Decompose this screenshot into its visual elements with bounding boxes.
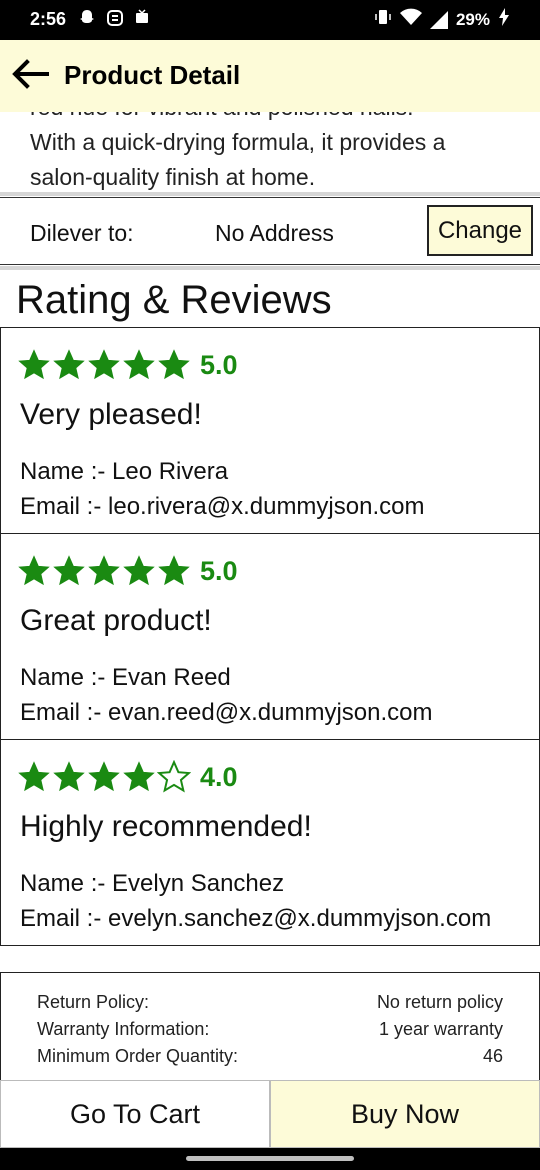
reviewer-name: Name :- Evan Reed [20, 664, 231, 691]
go-to-cart-button[interactable]: Go To Cart [0, 1080, 270, 1148]
status-bar: 2:56 29% [0, 0, 540, 40]
description-line: salon-quality finish at home. [30, 164, 316, 190]
star-filled-icon [18, 761, 50, 792]
review-comment: Very pleased! [20, 398, 202, 431]
min-order-row: Minimum Order Quantity: 46 [37, 1046, 503, 1067]
change-address-button[interactable]: Change [427, 205, 533, 256]
rating-value: 4.0 [200, 761, 238, 792]
star-filled-icon [18, 555, 50, 586]
divider [0, 266, 540, 270]
star-filled-icon [53, 349, 85, 380]
battery-text: 29% [455, 9, 490, 29]
photo-icon [134, 9, 150, 32]
buy-now-button[interactable]: Buy Now [270, 1080, 540, 1148]
review-comment: Highly recommended! [20, 810, 312, 843]
back-button[interactable] [8, 54, 52, 98]
review-card: 4.0 Highly recommended! Name :- Evelyn S… [0, 739, 540, 946]
status-left-icons [78, 9, 150, 32]
status-time: 2:56 [30, 9, 67, 29]
return-policy-value: No return policy [376, 992, 503, 1012]
delivery-address: No Address [215, 220, 334, 246]
review-card: 5.0 Great product! Name :- Evan Reed Ema… [0, 533, 540, 740]
divider [0, 192, 540, 196]
star-filled-icon [53, 761, 85, 792]
reviewer-name: Name :- Leo Rivera [20, 458, 229, 485]
arrow-left-icon [11, 58, 49, 94]
reviewer-email: Email :- leo.rivera@x.dummyjson.com [20, 493, 425, 520]
reviewer-email: Email :- evan.reed@x.dummyjson.com [20, 699, 433, 726]
home-handle[interactable] [186, 1156, 354, 1161]
snapchat-icon [78, 9, 96, 32]
star-filled-icon [158, 349, 190, 380]
description-line: With a quick-drying formula, it provides… [30, 129, 446, 155]
star-outline-icon [157, 760, 191, 793]
product-detail-screen: red hue for vibrant and polished nails. … [0, 40, 540, 1148]
star-filled-icon [88, 349, 120, 380]
app-icon [106, 9, 124, 32]
reviewer-email: Email :- evelyn.sanchez@x.dummyjson.com [20, 905, 492, 932]
page-title: Product Detail [64, 60, 241, 90]
signal-icon [429, 10, 448, 29]
star-filled-icon [88, 555, 120, 586]
warranty-label: Warranty Information: [37, 1019, 210, 1039]
system-navigation [0, 1148, 540, 1170]
star-filled-icon [88, 761, 120, 792]
status-right: 29% [374, 8, 510, 31]
review-comment: Great product! [20, 604, 212, 637]
rating-value: 5.0 [200, 349, 238, 380]
reviewer-name: Name :- Evelyn Sanchez [20, 870, 285, 897]
warranty-value: 1 year warranty [378, 1019, 503, 1039]
rating-value: 5.0 [200, 555, 238, 586]
delivery-row: Dilever to: No Address Change [0, 197, 540, 265]
vibrate-icon [374, 8, 392, 31]
delivery-label: Dilever to: [30, 220, 134, 246]
wifi-icon [399, 8, 422, 31]
return-policy-label: Return Policy: [37, 992, 150, 1012]
app-bar: Product Detail [0, 40, 540, 112]
bottom-action-bar: Go To Cart Buy Now [0, 1080, 540, 1148]
star-rating: 4.0 [17, 760, 238, 794]
star-filled-icon [123, 349, 155, 380]
star-filled-icon [158, 555, 190, 586]
min-order-value: 46 [482, 1046, 503, 1066]
reviews-heading: Rating & Reviews [16, 278, 332, 322]
star-filled-icon [18, 349, 50, 380]
warranty-row: Warranty Information: 1 year warranty [37, 1019, 503, 1040]
star-filled-icon [123, 555, 155, 586]
charging-icon [498, 8, 510, 31]
review-card: 5.0 Very pleased! Name :- Leo Rivera Ema… [0, 327, 540, 534]
return-policy-row: Return Policy: No return policy [37, 992, 503, 1013]
star-rating: 5.0 [17, 348, 238, 382]
star-rating: 5.0 [17, 554, 238, 588]
star-filled-icon [53, 555, 85, 586]
star-filled-icon [123, 761, 155, 792]
min-order-label: Minimum Order Quantity: [37, 1046, 239, 1066]
